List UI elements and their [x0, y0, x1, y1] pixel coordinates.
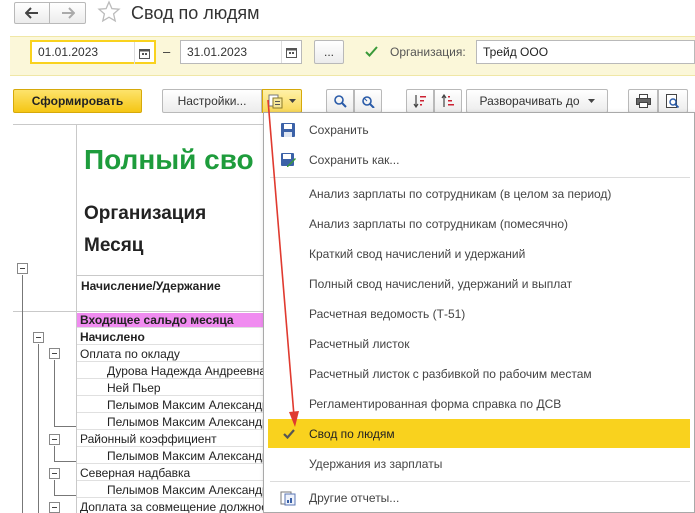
date-from-field[interactable]: 01.01.2023	[30, 40, 156, 64]
menu-item-full-summary[interactable]: Полный свод начислений, удержаний и выпл…	[264, 269, 694, 298]
organization-field[interactable]: Трейд ООО	[476, 40, 695, 64]
sort-descending-button[interactable]	[406, 89, 434, 113]
chevron-down-icon	[587, 98, 595, 103]
checkmark-icon	[283, 429, 295, 439]
other-reports-icon	[280, 491, 296, 506]
date-to-field[interactable]: 31.01.2023	[180, 40, 302, 64]
report-row-opening-balance: Входящее сальдо месяца	[77, 313, 277, 328]
organization-label: Организация:	[390, 45, 466, 59]
date-separator: –	[163, 44, 171, 59]
menu-item-deductions[interactable]: Удержания из зарплаты	[264, 449, 694, 478]
page-title: Свод по людям	[131, 3, 260, 23]
date-from-value: 01.01.2023	[38, 45, 99, 59]
outline-collapse-toggle[interactable]	[49, 434, 60, 445]
outline-collapse-toggle[interactable]	[49, 468, 60, 479]
period-select-button[interactable]: ...	[314, 40, 344, 64]
menu-item-short-summary[interactable]: Краткий свод начислений и удержаний	[264, 239, 694, 268]
back-button[interactable]	[14, 2, 50, 24]
report-row: Пелымов Максим Александрович	[77, 415, 277, 430]
report-row: Ней Пьер	[77, 381, 277, 396]
report-header-organization: Организация	[84, 203, 207, 224]
report-title: Полный сво	[84, 144, 254, 175]
report-variants-menu: Сохранить Сохранить как... Анализ зарпла…	[263, 112, 695, 513]
report-row: Дурова Надежда Андреевна	[77, 364, 277, 379]
report-row: Северная надбавка	[77, 466, 277, 481]
print-button[interactable]	[628, 89, 658, 113]
menu-item-salary-analysis-period[interactable]: Анализ зарплаты по сотрудникам (в целом …	[264, 179, 694, 208]
menu-item-save[interactable]: Сохранить	[264, 115, 694, 144]
report-row: Пелымов Максим Александрович	[77, 483, 277, 498]
report-document: Полный сво Организация Месяц Начисление/…	[13, 124, 277, 513]
printer-icon	[635, 94, 651, 108]
menu-item-dsv-form[interactable]: Регламентированная форма справка по ДСВ	[264, 389, 694, 418]
menu-item-payslip[interactable]: Расчетный листок	[264, 329, 694, 358]
outline-collapse-toggle[interactable]	[33, 332, 44, 343]
search-next-icon	[362, 95, 375, 108]
organization-checkbox[interactable]	[364, 44, 379, 59]
outline-collapse-toggle[interactable]	[49, 502, 60, 513]
date-to-value: 31.01.2023	[187, 45, 248, 59]
calendar-from-icon[interactable]	[134, 42, 154, 64]
menu-item-other-reports[interactable]: Другие отчеты...	[264, 483, 694, 512]
sort-ascending-button[interactable]	[434, 89, 462, 113]
chevron-down-icon	[289, 98, 296, 103]
favorite-star-icon[interactable]	[97, 0, 123, 26]
report-row: Пелымов Максим Александрович	[77, 398, 277, 413]
search-icon	[333, 94, 347, 108]
settings-button[interactable]: Настройки...	[162, 89, 262, 113]
generate-button[interactable]: Сформировать	[13, 89, 142, 113]
print-preview-icon	[666, 93, 680, 108]
report-row: Районный коэффициент	[77, 432, 277, 447]
column-header: Начисление/Удержание	[81, 279, 221, 293]
print-preview-button[interactable]	[658, 89, 688, 113]
save-icon	[281, 123, 295, 137]
menu-item-salary-analysis-monthly[interactable]: Анализ зарплаты по сотрудникам (помесячн…	[264, 209, 694, 238]
menu-item-payslip-by-workplace[interactable]: Расчетный листок с разбивкой по рабочим …	[264, 359, 694, 388]
report-header-month: Месяц	[84, 235, 144, 256]
variants-button[interactable]	[262, 89, 302, 113]
find-next-button[interactable]	[354, 89, 382, 113]
menu-item-payroll-t51[interactable]: Расчетная ведомость (Т-51)	[264, 299, 694, 328]
report-row: Пелымов Максим Александрович	[77, 449, 277, 464]
expand-to-label: Разворачивать до	[479, 94, 580, 108]
arrow-right-icon	[61, 7, 75, 19]
report-row: Оплата по окладу	[77, 347, 277, 362]
report-row: Доплата за совмещение должностей	[77, 500, 277, 513]
save-as-icon	[281, 153, 296, 167]
outline-collapse-toggle[interactable]	[49, 348, 60, 359]
calendar-to-icon[interactable]	[281, 41, 301, 63]
report-variants-icon	[268, 94, 283, 109]
arrow-left-icon	[25, 7, 38, 19]
forward-button[interactable]	[49, 2, 86, 24]
report-row-accrued: Начислено	[77, 330, 277, 345]
sort-ascending-icon	[441, 94, 454, 107]
outline-collapse-toggle[interactable]	[17, 263, 28, 274]
expand-to-button[interactable]: Разворачивать до	[466, 89, 608, 113]
find-button[interactable]	[326, 89, 354, 113]
menu-item-summary-by-people[interactable]: Свод по людям	[268, 419, 690, 448]
menu-item-save-as[interactable]: Сохранить как...	[264, 145, 694, 174]
sort-descending-icon	[413, 95, 426, 108]
